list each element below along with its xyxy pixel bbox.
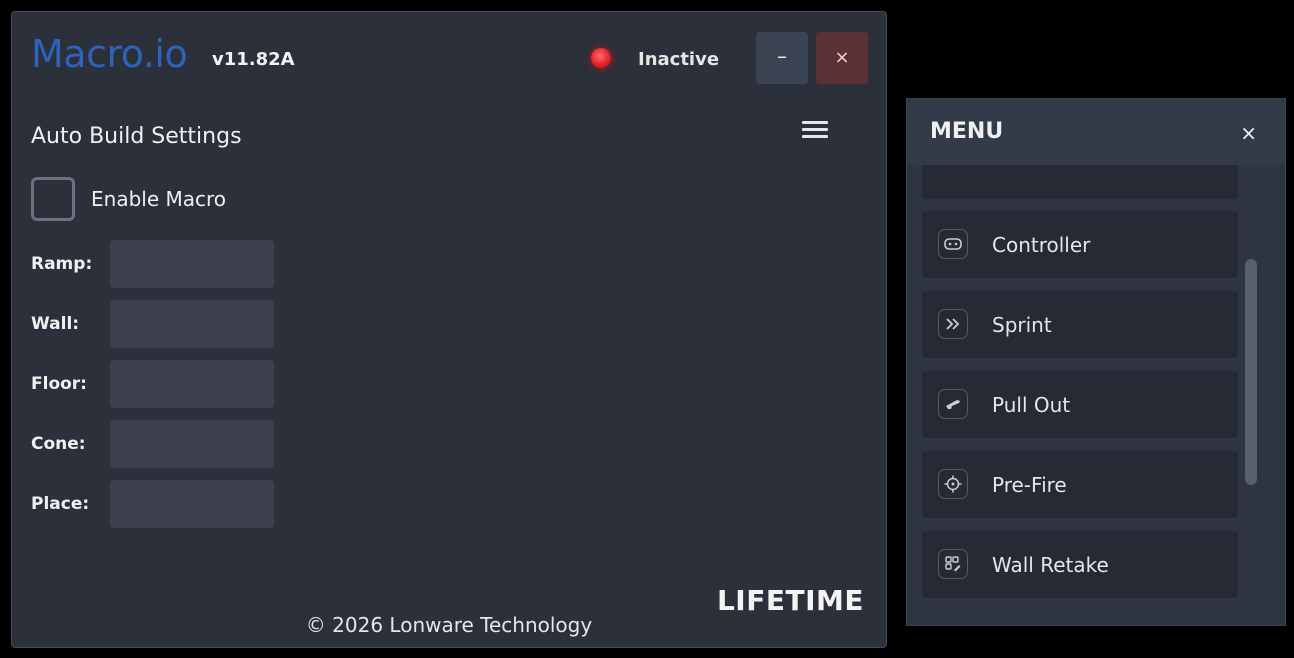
field-row-wall: Wall: <box>31 300 291 348</box>
cone-input[interactable] <box>110 420 274 468</box>
floor-input[interactable] <box>110 360 274 408</box>
menu-item-label: Wall Retake <box>992 553 1109 577</box>
gun-icon <box>938 389 968 419</box>
menu-item-pre-fire[interactable]: Pre-Fire <box>922 451 1238 518</box>
grid-edit-icon <box>938 549 968 579</box>
place-input[interactable] <box>110 480 274 528</box>
main-window: Macro.io v11.82A Inactive – × Auto Build… <box>11 11 887 648</box>
menu-header: MENU × <box>907 99 1285 165</box>
status-text: Inactive <box>638 49 720 70</box>
menu-list[interactable]: Controller Sprint Pull Out Pre-Fire Wall <box>907 165 1285 626</box>
ramp-input[interactable] <box>110 240 274 288</box>
ramp-label: Ramp: <box>31 254 93 274</box>
menu-item-wall-retake[interactable]: Wall Retake <box>922 531 1238 598</box>
menu-item-partial[interactable] <box>922 165 1238 199</box>
wall-input[interactable] <box>110 300 274 348</box>
double-chevron-icon <box>938 309 968 339</box>
wall-label: Wall: <box>31 314 80 334</box>
menu-item-label: Controller <box>992 233 1091 257</box>
enable-macro-checkbox[interactable] <box>31 177 75 221</box>
menu-item-label: Pull Out <box>992 393 1071 417</box>
status-indicator-icon <box>591 48 611 68</box>
menu-item-controller[interactable]: Controller <box>922 211 1238 278</box>
field-row-ramp: Ramp: <box>31 240 291 288</box>
menu-title: MENU <box>930 119 1004 144</box>
field-row-floor: Floor: <box>31 360 291 408</box>
floor-label: Floor: <box>31 374 87 394</box>
field-row-cone: Cone: <box>31 420 291 468</box>
menu-scrollbar[interactable] <box>1245 259 1257 485</box>
menu-panel: MENU × Controller Sprint Pull Out Pre-Fi… <box>906 98 1286 626</box>
place-label: Place: <box>31 494 90 514</box>
menu-item-pull-out[interactable]: Pull Out <box>922 371 1238 438</box>
app-version: v11.82A <box>212 49 295 70</box>
minimize-button[interactable]: – <box>756 32 808 84</box>
enable-macro-label[interactable]: Enable Macro <box>91 187 226 211</box>
section-title: Auto Build Settings <box>31 124 242 149</box>
field-row-place: Place: <box>31 480 291 528</box>
crosshair-icon <box>938 469 968 499</box>
cone-label: Cone: <box>31 434 86 454</box>
menu-close-button[interactable]: × <box>1240 121 1257 145</box>
close-button[interactable]: × <box>816 32 868 84</box>
gamepad-icon <box>938 229 968 259</box>
footer-copyright: © 2026 Lonware Technology <box>305 613 593 637</box>
menu-item-label: Sprint <box>992 313 1052 337</box>
hamburger-menu-icon[interactable] <box>802 121 828 139</box>
menu-item-label: Pre-Fire <box>992 473 1067 497</box>
app-title: Macro.io <box>31 32 188 76</box>
menu-item-sprint[interactable]: Sprint <box>922 291 1238 358</box>
